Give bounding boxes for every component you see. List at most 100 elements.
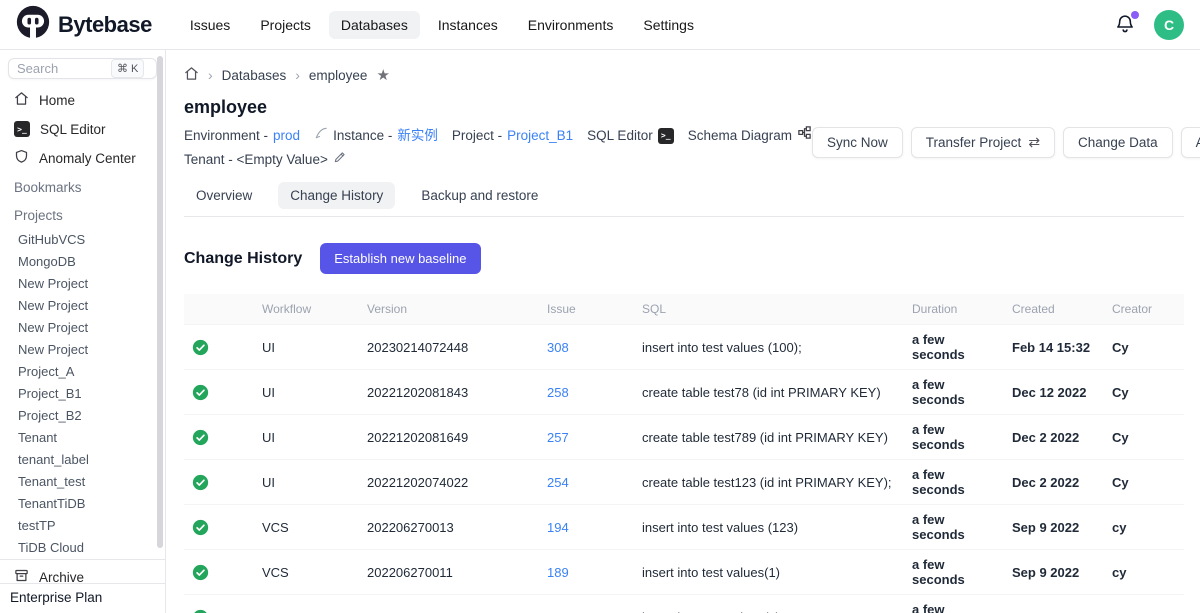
instance-meta: Instance - 新实例 — [314, 125, 438, 146]
establish-baseline-button[interactable]: Establish new baseline — [320, 243, 480, 274]
col-duration: Duration — [904, 294, 1004, 325]
duration-cell: a few seconds — [904, 325, 1004, 370]
workflow-cell: UI — [254, 460, 359, 505]
table-row[interactable]: UI 20230214072448 308 insert into test v… — [184, 325, 1184, 370]
workflow-cell: VCS — [254, 505, 359, 550]
projects-section-label: Projects — [0, 201, 165, 229]
version-cell: 20221202081843 — [359, 370, 539, 415]
sidebar-project-item[interactable]: tenant_label — [0, 449, 165, 471]
workflow-cell: UI — [254, 325, 359, 370]
sidebar-project-item[interactable]: Tenant_test — [0, 471, 165, 493]
sidebar-item-anomaly-center[interactable]: Anomaly Center — [0, 143, 165, 173]
tab[interactable]: Overview — [184, 182, 264, 209]
schema-diagram-shortcut[interactable]: Schema Diagram — [688, 125, 812, 146]
table-row[interactable]: VCS 202206270010 188 insert into test va… — [184, 595, 1184, 613]
sidebar-project-item[interactable]: New Project — [0, 295, 165, 317]
top-nav-item[interactable]: Databases — [329, 11, 420, 39]
sidebar-project-item[interactable]: TiDB Cloud — [0, 537, 165, 559]
sidebar-project-item[interactable]: Project_B1 — [0, 383, 165, 405]
alter-schema-button[interactable]: Alter Schema — [1181, 127, 1200, 158]
sidebar-project-item[interactable]: New Project — [0, 339, 165, 361]
sidebar-project-item[interactable]: Project_A — [0, 361, 165, 383]
tab[interactable]: Change History — [278, 182, 395, 209]
change-history-title: Change History — [184, 250, 302, 268]
sidebar-scrollbar[interactable] — [157, 56, 163, 548]
status-cell — [184, 505, 254, 550]
success-check-icon — [192, 339, 209, 356]
sidebar-project-item[interactable]: testTP — [0, 515, 165, 537]
sidebar-project-item[interactable]: Tenant — [0, 427, 165, 449]
breadcrumb-databases[interactable]: Databases — [222, 68, 287, 83]
table-row[interactable]: UI 20221202081843 258 create table test7… — [184, 370, 1184, 415]
issue-link[interactable]: 308 — [547, 340, 569, 355]
transfer-project-button[interactable]: Transfer Project ⇄ — [911, 127, 1055, 158]
issue-link[interactable]: 189 — [547, 565, 569, 580]
table-row[interactable]: VCS 202206270011 189 insert into test va… — [184, 550, 1184, 595]
environment-link[interactable]: prod — [273, 125, 300, 146]
success-check-icon — [192, 519, 209, 536]
top-nav-item[interactable]: Issues — [178, 11, 242, 39]
top-nav-item[interactable]: Settings — [631, 11, 706, 39]
sql-cell: insert into test values (100); — [634, 325, 904, 370]
success-check-icon — [192, 564, 209, 581]
bytebase-logo[interactable]: Bytebase — [16, 5, 152, 44]
table-row[interactable]: VCS 202206270013 194 insert into test va… — [184, 505, 1184, 550]
sidebar-item-home[interactable]: Home — [0, 85, 165, 115]
version-cell: 20230214072448 — [359, 325, 539, 370]
issue-link[interactable]: 194 — [547, 520, 569, 535]
version-cell: 202206270011 — [359, 550, 539, 595]
creator-cell: Cy — [1104, 370, 1184, 415]
workflow-cell: UI — [254, 415, 359, 460]
chevron-right-icon: › — [208, 67, 213, 83]
sidebar-project-item[interactable]: Project_B2 — [0, 405, 165, 427]
project-link[interactable]: Project_B1 — [507, 125, 573, 146]
top-nav-item[interactable]: Instances — [426, 11, 510, 39]
col-creator: Creator — [1104, 294, 1184, 325]
table-row[interactable]: UI 20221202081649 257 create table test7… — [184, 415, 1184, 460]
breadcrumb-home-icon[interactable] — [184, 66, 199, 84]
edit-pencil-icon[interactable] — [333, 149, 347, 170]
instance-link[interactable]: 新实例 — [397, 125, 438, 146]
sql-cell: create table test123 (id int PRIMARY KEY… — [634, 460, 904, 505]
created-cell: Sep 9 2022 — [1004, 550, 1104, 595]
sidebar-project-item[interactable]: New Project — [0, 273, 165, 295]
creator-cell: Cy — [1104, 415, 1184, 460]
user-avatar[interactable]: C — [1154, 10, 1184, 40]
breadcrumb: › Databases › employee ★ — [184, 62, 1184, 84]
search-box: ⌘ K — [8, 58, 157, 79]
col-workflow: Workflow — [254, 294, 359, 325]
sidebar-item-label: Anomaly Center — [39, 151, 136, 166]
top-nav-items: Issues Projects Databases Instances Envi… — [178, 11, 706, 39]
sidebar-project-item[interactable]: TenantTiDB — [0, 493, 165, 515]
issue-link[interactable]: 188 — [547, 610, 569, 613]
search-input[interactable] — [17, 61, 107, 76]
engine-icon — [314, 125, 328, 146]
change-data-button[interactable]: Change Data — [1063, 127, 1173, 158]
table-row[interactable]: UI 20221202074022 254 create table test1… — [184, 460, 1184, 505]
success-check-icon — [192, 474, 209, 491]
sql-cell: insert into test values(1) — [634, 595, 904, 613]
issue-link[interactable]: 257 — [547, 430, 569, 445]
transfer-project-label: Transfer Project — [926, 135, 1022, 150]
sync-now-button[interactable]: Sync Now — [812, 127, 903, 158]
created-cell: Dec 2 2022 — [1004, 460, 1104, 505]
sidebar-project-item[interactable]: MongoDB — [0, 251, 165, 273]
top-nav-item[interactable]: Projects — [248, 11, 323, 39]
sql-editor-shortcut[interactable]: SQL Editor >_ — [587, 125, 674, 146]
bookmarks-section-label: Bookmarks — [0, 173, 165, 201]
favorite-star-icon[interactable]: ★ — [376, 66, 389, 84]
top-nav-item[interactable]: Environments — [516, 11, 626, 39]
enterprise-plan-link[interactable]: Enterprise Plan — [0, 583, 165, 613]
col-status — [184, 294, 254, 325]
workflow-cell: VCS — [254, 550, 359, 595]
table-header-row: Workflow Version Issue SQL Duration Crea… — [184, 294, 1184, 325]
tab[interactable]: Backup and restore — [409, 182, 550, 209]
version-cell: 20221202074022 — [359, 460, 539, 505]
breadcrumb-employee[interactable]: employee — [309, 68, 368, 83]
sidebar-project-item[interactable]: New Project — [0, 317, 165, 339]
sidebar-project-item[interactable]: GitHubVCS — [0, 229, 165, 251]
sidebar-item-sql-editor[interactable]: >_ SQL Editor — [0, 115, 165, 143]
issue-link[interactable]: 258 — [547, 385, 569, 400]
issue-link[interactable]: 254 — [547, 475, 569, 490]
notification-bell-icon[interactable] — [1114, 13, 1138, 37]
